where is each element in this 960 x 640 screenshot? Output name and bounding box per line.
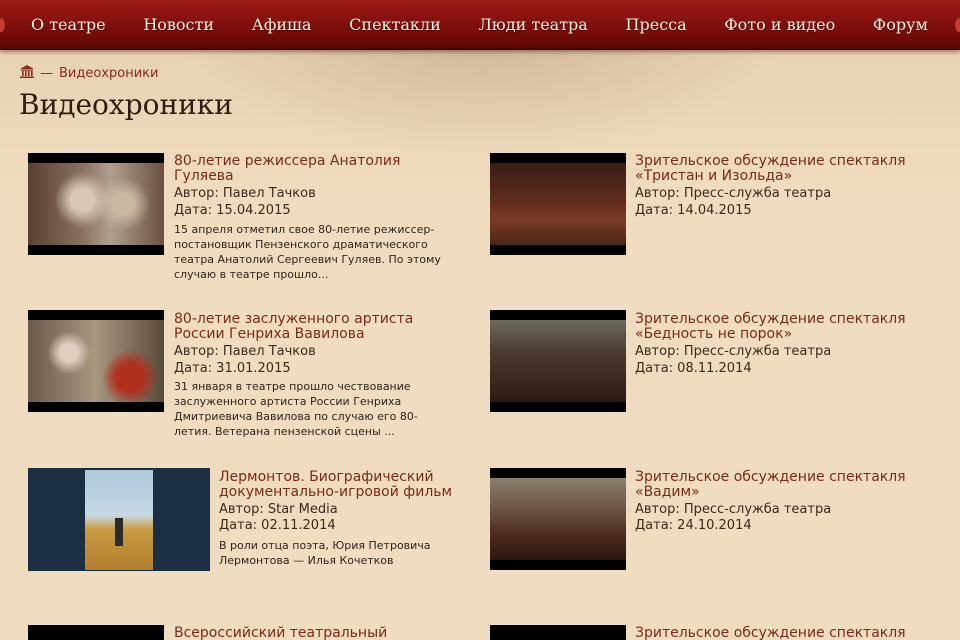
nav-item-performances[interactable]: Спектакли [349,15,441,34]
video-title[interactable]: Зрительское обсуждение спектакля «Вадим» [635,470,925,500]
video-thumbnail[interactable] [490,153,626,255]
video-title[interactable]: Зрительское обсуждение спектакля «Триста… [635,154,925,184]
main-nav: О театре Новости Афиша Спектакли Люди те… [0,0,960,50]
nav-ornament-left [0,18,5,32]
video-author: Автор: Павел Тачков [174,186,316,201]
breadcrumb-separator: — [40,65,53,81]
page-title: Видеохроники [19,88,233,121]
nav-item-photo-video[interactable]: Фото и видео [724,15,835,34]
nav-item-about[interactable]: О театре [31,15,106,34]
video-description: 31 января в театре прошло чествование за… [174,379,444,439]
video-title[interactable]: Зрительское обсуждение спектакля «Беднос… [635,312,925,342]
video-description: 15 апреля отметил свое 80-летие режиссер… [174,222,449,282]
nav-item-press[interactable]: Пресса [626,15,687,34]
video-author: Автор: Пресс-служба театра [635,502,832,517]
video-description-text: 15 апреля отметил свое 80-летие режиссер… [174,223,441,281]
video-date: Дата: 31.01.2015 [174,361,291,376]
video-date: Дата: 15.04.2015 [174,203,291,218]
video-title[interactable]: Лермонтов. Биографический документально-… [219,470,459,500]
video-thumbnail[interactable] [490,310,626,412]
breadcrumb: — Видеохроники [20,64,159,82]
video-title[interactable]: Всероссийский театральный [174,626,414,640]
video-author: Автор: Павел Тачков [174,344,316,359]
nav-item-news[interactable]: Новости [143,15,214,34]
video-thumbnail[interactable] [28,468,210,571]
video-author: Автор: Star Media [219,502,338,517]
video-date: Дата: 24.10.2014 [635,518,752,533]
nav-item-people[interactable]: Люди театра [478,15,587,34]
video-title[interactable]: 80-летие режиссера Анатолия Гуляева [174,154,414,184]
video-description-text: В роли отца поэта, Юрия Петровича Лермон… [219,539,431,567]
video-title[interactable]: Зрительское обсуждение спектакля [635,626,925,640]
video-description-text: 31 января в театре прошло чествование за… [174,380,418,438]
video-description: В роли отца поэта, Юрия Петровича Лермон… [219,538,434,568]
video-thumbnail[interactable] [490,468,626,570]
breadcrumb-current: Видеохроники [59,65,159,81]
nav-item-forum[interactable]: Форум [873,15,928,34]
video-date: Дата: 08.11.2014 [635,361,752,376]
video-author: Автор: Пресс-служба театра [635,186,832,201]
video-title[interactable]: 80-летие заслуженного артиста России Ген… [174,312,414,342]
nav-ornament-right [955,18,960,32]
video-author: Автор: Пресс-служба театра [635,344,832,359]
movie-poster [85,470,153,570]
video-date: Дата: 02.11.2014 [219,518,336,533]
theater-building-icon[interactable] [20,64,34,82]
nav-item-playbill[interactable]: Афиша [252,15,312,34]
video-thumbnail[interactable] [28,153,164,255]
video-thumbnail[interactable] [28,310,164,412]
video-date: Дата: 14.04.2015 [635,203,752,218]
video-thumbnail[interactable] [490,625,626,640]
video-thumbnail[interactable] [28,625,164,640]
